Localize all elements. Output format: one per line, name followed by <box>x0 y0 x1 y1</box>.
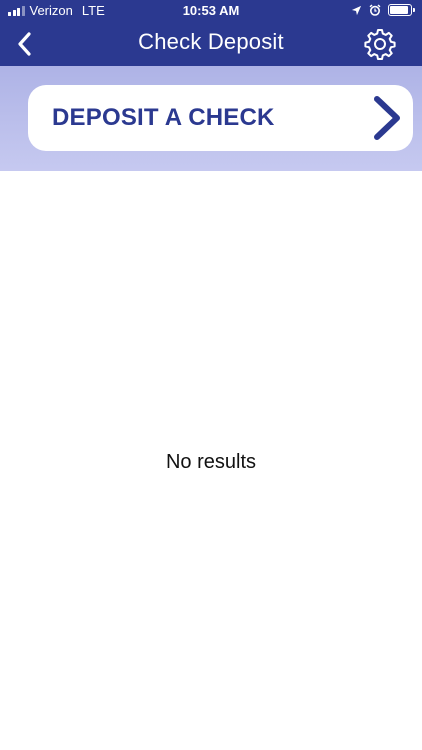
carrier-name: Verizon <box>29 3 73 18</box>
chevron-left-icon <box>18 32 31 56</box>
settings-button[interactable] <box>362 26 398 62</box>
battery-icon <box>388 4 415 16</box>
alarm-clock-icon <box>369 4 381 16</box>
network-type: LTE <box>81 3 105 18</box>
empty-results-message: No results <box>165 451 257 473</box>
deposit-check-button[interactable]: DEPOSIT A CHECK <box>28 85 413 151</box>
location-arrow-icon <box>351 5 362 15</box>
signal-strength-icon <box>8 5 25 16</box>
battery-fill <box>390 6 408 14</box>
back-button[interactable] <box>6 26 42 62</box>
status-bar: Verizon LTE 10:53 AM <box>0 0 422 22</box>
status-left: Verizon LTE <box>8 3 105 18</box>
chevron-right-icon <box>374 96 400 140</box>
gear-icon <box>364 29 396 60</box>
page-title: Check Deposit <box>138 29 284 54</box>
results-list: No results <box>0 171 422 750</box>
deposit-check-label: DEPOSIT A CHECK <box>52 104 275 131</box>
nav-bar: Check Deposit <box>0 22 422 66</box>
app-header: Verizon LTE 10:53 AM Check Deposit <box>0 0 422 66</box>
deposit-banner: DEPOSIT A CHECK <box>0 66 422 171</box>
status-right <box>351 4 415 16</box>
